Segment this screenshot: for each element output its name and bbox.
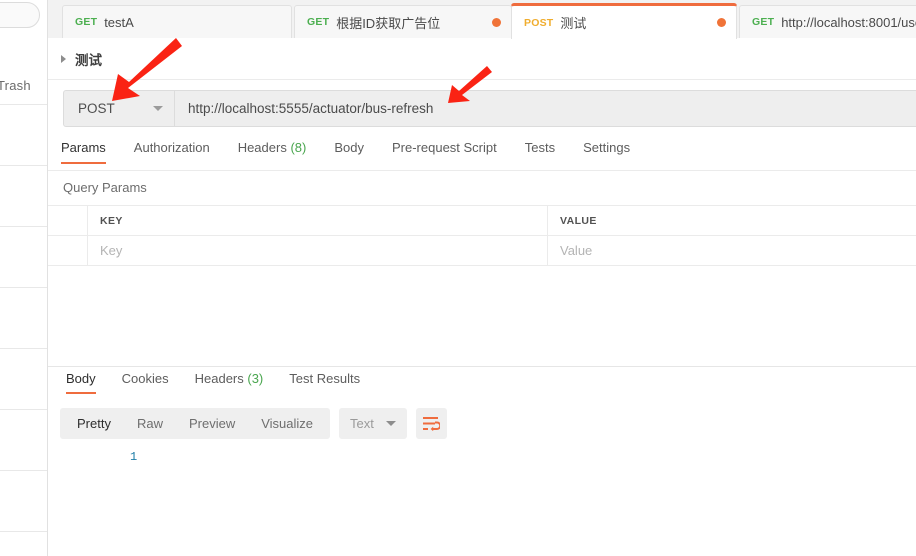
- request-tab-headers[interactable]: Headers (8): [238, 140, 307, 163]
- table-header-key-cell: KEY: [88, 206, 548, 235]
- request-tab-settings[interactable]: Settings: [583, 140, 630, 163]
- view-mode-raw[interactable]: Raw: [124, 408, 176, 439]
- sidebar-divider: [0, 104, 47, 105]
- chevron-down-icon: [385, 421, 396, 426]
- workspace-tab-testA[interactable]: GET testA: [62, 5, 292, 38]
- response-format-value: Text: [350, 416, 374, 431]
- chevron-down-icon: [153, 106, 163, 111]
- method-selector-value: POST: [78, 101, 115, 116]
- url-input[interactable]: http://localhost:5555/actuator/bus-refre…: [175, 90, 916, 127]
- sidebar-divider: [0, 226, 47, 227]
- tab-title: 根据ID获取广告位: [336, 15, 441, 31]
- method-selector[interactable]: POST: [63, 90, 175, 127]
- table-header-row: KEY VALUE: [48, 206, 916, 236]
- sidebar-divider: [0, 348, 47, 349]
- param-value-placeholder: Value: [560, 243, 593, 258]
- wrap-text-icon: [423, 417, 441, 431]
- sidebar-divider: [0, 409, 47, 410]
- response-tab-label: Body: [66, 371, 96, 386]
- workspace-tab-user1[interactable]: GET http://localhost:8001/user/1: [739, 5, 916, 38]
- tab-method-badge: GET: [307, 16, 330, 28]
- view-mode-visualize[interactable]: Visualize: [248, 408, 326, 439]
- request-tab-params[interactable]: Params: [61, 140, 106, 164]
- response-toolbar: Pretty Raw Preview Visualize Text: [60, 408, 447, 439]
- view-mode-pretty[interactable]: Pretty: [64, 408, 124, 439]
- breadcrumb-collection-label: 测试: [75, 52, 102, 68]
- request-section-tabs: Params Authorization Headers (8) Body Pr…: [48, 140, 916, 171]
- tab-method-badge: POST: [524, 16, 554, 29]
- tab-method-badge: GET: [75, 16, 98, 28]
- request-tab-tests[interactable]: Tests: [525, 140, 555, 163]
- main-panel: GET testA GET 根据ID获取广告位 POST 测试 GET http…: [48, 0, 916, 556]
- workspace-tab-active-ceshi[interactable]: POST 测试: [511, 4, 737, 39]
- row-checkbox-cell[interactable]: [48, 236, 88, 265]
- response-tab-label: Test Results: [289, 371, 361, 386]
- request-tab-bar: GET testA GET 根据ID获取广告位 POST 测试 GET http…: [48, 0, 916, 39]
- sidebar-trash-label[interactable]: Trash: [0, 78, 31, 93]
- request-tab-label: Params: [61, 140, 106, 155]
- caret-right-icon[interactable]: [61, 54, 66, 63]
- table-header-value-cell: VALUE: [548, 206, 916, 235]
- table-header-checkbox-cell: [48, 206, 88, 235]
- response-line-number: 1: [130, 450, 138, 464]
- request-tab-label: Body: [334, 140, 364, 155]
- response-tab-test-results[interactable]: Test Results: [289, 371, 360, 394]
- request-tab-authorization[interactable]: Authorization: [134, 140, 210, 163]
- response-section-tabs: Body Cookies Headers (3) Test Results: [48, 371, 916, 401]
- request-tab-label: Authorization: [133, 140, 210, 155]
- param-key-placeholder: Key: [100, 243, 123, 258]
- response-tab-cookies[interactable]: Cookies: [122, 371, 169, 394]
- postman-window: Trash GET testA GET 根据ID获取广告位 POST 测试 GE…: [0, 0, 916, 556]
- response-tab-count: (3): [247, 371, 264, 386]
- url-input-value: http://localhost:5555/actuator/bus-refre…: [188, 101, 434, 116]
- sidebar-divider: [0, 287, 47, 288]
- view-mode-preview[interactable]: Preview: [176, 408, 248, 439]
- request-tab-label: Tests: [524, 140, 556, 155]
- tab-title: http://localhost:8001/user/1: [781, 14, 916, 30]
- response-tab-label: Cookies: [121, 371, 169, 386]
- column-header-key: KEY: [100, 214, 123, 227]
- response-format-selector[interactable]: Text: [339, 408, 407, 439]
- tab-unsaved-dot-icon: [492, 17, 501, 27]
- response-view-mode-group: Pretty Raw Preview Visualize: [60, 408, 331, 439]
- table-row[interactable]: Key Value: [48, 236, 916, 266]
- tab-unsaved-dot-icon: [717, 18, 726, 27]
- request-tab-label: Settings: [583, 140, 631, 155]
- workspace-tab-ad-slot[interactable]: GET 根据ID获取广告位: [294, 5, 512, 38]
- request-tab-label: Pre-request Script: [391, 140, 497, 155]
- sidebar: Trash: [0, 0, 48, 556]
- query-params-table: KEY VALUE Key Value: [48, 205, 916, 266]
- param-key-input[interactable]: Key: [88, 236, 548, 265]
- request-tab-label: Headers: [237, 140, 287, 155]
- sidebar-divider: [0, 531, 47, 532]
- wrap-text-button[interactable]: [415, 408, 447, 439]
- request-tab-pre-request-script[interactable]: Pre-request Script: [392, 140, 497, 163]
- response-tab-headers[interactable]: Headers (3): [195, 371, 264, 394]
- sidebar-divider: [0, 165, 47, 166]
- response-body-viewer[interactable]: 1: [60, 446, 916, 556]
- request-tab-count: (8): [290, 140, 307, 155]
- request-tab-body[interactable]: Body: [334, 140, 364, 163]
- column-header-value: VALUE: [560, 214, 597, 227]
- response-tab-label: Headers: [194, 371, 244, 386]
- sidebar-divider: [0, 470, 47, 471]
- tab-method-badge: GET: [752, 16, 775, 28]
- query-params-title: Query Params: [63, 180, 147, 195]
- pane-divider[interactable]: [48, 366, 916, 367]
- param-value-input[interactable]: Value: [548, 236, 916, 265]
- response-tab-body[interactable]: Body: [66, 371, 96, 394]
- tab-title: testA: [104, 14, 134, 30]
- request-url-bar: POST http://localhost:5555/actuator/bus-…: [63, 90, 916, 127]
- sidebar-pill-button[interactable]: [0, 2, 40, 28]
- tab-title: 测试: [560, 16, 587, 31]
- breadcrumb[interactable]: 测试: [48, 38, 916, 80]
